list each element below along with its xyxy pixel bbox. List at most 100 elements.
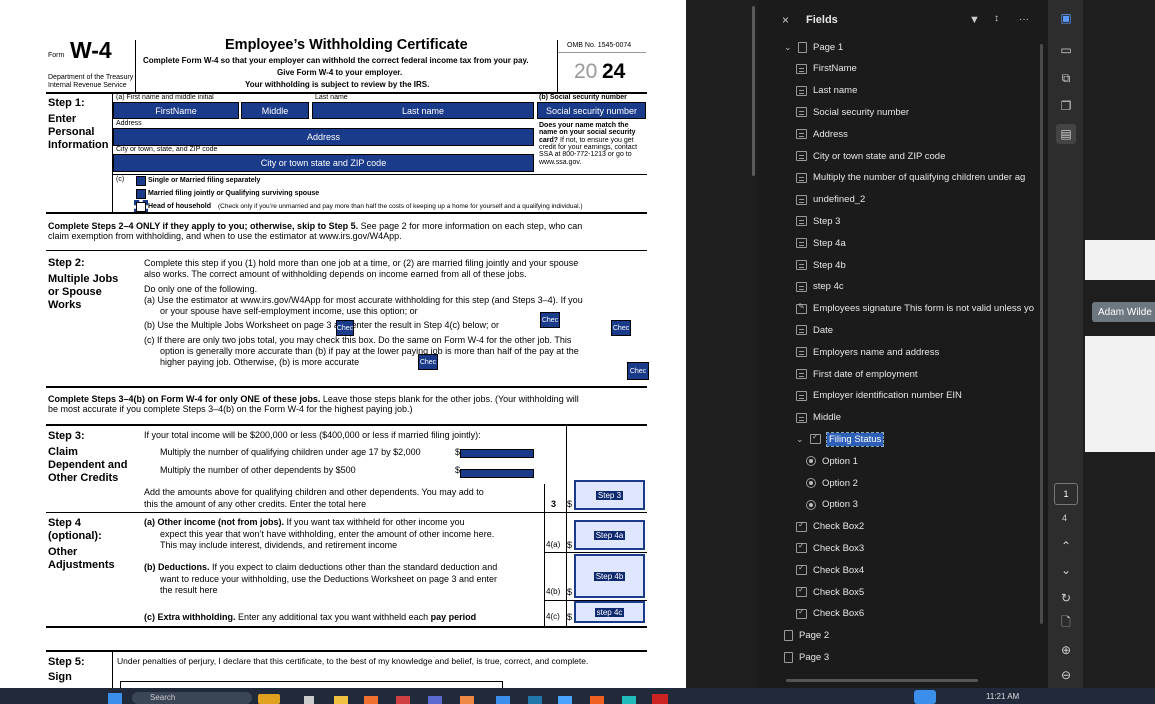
- field-item-label: Employees signature This form is not val…: [813, 303, 1035, 315]
- text-field-icon: [796, 412, 807, 423]
- middle-field[interactable]: Middle: [241, 102, 309, 119]
- field-item-first-date-of-employment[interactable]: First date of employment: [784, 363, 1048, 385]
- taskbar-app-icon[interactable]: [334, 696, 348, 704]
- expand-chevron-icon[interactable]: ⌄: [784, 42, 794, 53]
- step4-subtitle: Other Adjustments: [48, 546, 115, 572]
- field-item-city-or-town-state-and-zip-code[interactable]: City or town state and ZIP code: [784, 145, 1048, 167]
- close-panel-icon[interactable]: ×: [782, 13, 789, 27]
- field-item-employees-signature-this-form-is-not-valid-unless-yo[interactable]: Employees signature This form is not val…: [784, 298, 1048, 320]
- field-item-filing-status[interactable]: ⌄ Filing Status: [784, 428, 1048, 450]
- refresh-icon[interactable]: ↻: [1056, 588, 1076, 608]
- taskbar-app-icon[interactable]: [460, 696, 474, 704]
- field-item-step-4c[interactable]: step 4c: [784, 276, 1048, 298]
- field-item-check-box2[interactable]: Check Box2: [784, 516, 1048, 538]
- document-scrollbar[interactable]: [752, 6, 755, 176]
- irs-label: Internal Revenue Service: [48, 82, 127, 89]
- qualifying-children-field[interactable]: [460, 449, 534, 458]
- field-item-undefined-2[interactable]: undefined_2: [784, 189, 1048, 211]
- fields-tree: ⌄ Page 1 FirstName Last name Social security…: [784, 36, 1040, 686]
- field-item-employer-identification-number-ein[interactable]: Employer identification number EIN: [784, 385, 1048, 407]
- field-item-employers-name-and-address[interactable]: Employers name and address: [784, 341, 1048, 363]
- text-field-icon: [796, 260, 807, 270]
- taskbar-active-app-icon[interactable]: [914, 690, 936, 704]
- field-item-date[interactable]: Date: [784, 319, 1048, 341]
- field-item-option-2[interactable]: Option 2: [784, 472, 1048, 494]
- fields-tool-icon[interactable]: ▤: [1056, 124, 1076, 144]
- taskbar-app-icon[interactable]: [428, 696, 442, 704]
- more-options-icon[interactable]: ···: [1019, 14, 1029, 25]
- expand-chevron-icon[interactable]: ⌄: [796, 434, 806, 445]
- taskbar-app-icon[interactable]: [364, 696, 378, 704]
- taskbar-app-icon[interactable]: [528, 696, 542, 704]
- taskbar-app-icon[interactable]: [622, 696, 636, 704]
- bookmark-icon[interactable]: ⧉: [1056, 68, 1076, 88]
- city-field[interactable]: City or town state and ZIP code: [113, 154, 534, 172]
- taskbar-app-icon[interactable]: [304, 696, 314, 704]
- first-name-field[interactable]: FirstName: [113, 102, 239, 119]
- ssn-field[interactable]: Social security number: [537, 102, 646, 119]
- field-item-social-security-number[interactable]: Social security number: [784, 101, 1048, 123]
- single-checkbox[interactable]: [136, 176, 146, 186]
- taskbar-acrobat-icon[interactable]: [652, 694, 668, 704]
- address-field[interactable]: Address: [113, 128, 534, 146]
- step4a-field[interactable]: Step 4a: [574, 520, 645, 550]
- field-item-check-box4[interactable]: Check Box4: [784, 559, 1048, 581]
- taskbar-app-icon[interactable]: [258, 694, 280, 704]
- check-box-6[interactable]: Chec: [627, 362, 649, 380]
- form-title: Employee’s Withholding Certificate: [225, 37, 468, 53]
- field-item-option-1[interactable]: Option 1: [784, 450, 1048, 472]
- label-address: Address: [116, 120, 142, 127]
- field-item-check-box5[interactable]: Check Box5: [784, 581, 1048, 603]
- married-checkbox[interactable]: [136, 189, 146, 199]
- taskbar-app-icon[interactable]: [396, 696, 410, 704]
- start-icon[interactable]: [108, 693, 122, 704]
- panel-scrollbar[interactable]: [1040, 44, 1043, 624]
- field-item-label: Step 4a: [813, 237, 846, 249]
- previous-page-icon[interactable]: ⌃: [1056, 536, 1076, 556]
- field-item-step-4a[interactable]: Step 4a: [784, 232, 1048, 254]
- step3-field[interactable]: Step 3: [574, 480, 645, 510]
- sort-icon[interactable]: ↕: [994, 13, 999, 24]
- other-dependents-field[interactable]: [460, 469, 534, 478]
- step4c-field[interactable]: step 4c: [574, 601, 645, 623]
- field-item-firstname[interactable]: FirstName: [784, 58, 1048, 80]
- current-page-input[interactable]: 1: [1054, 483, 1078, 505]
- field-item-check-box6[interactable]: Check Box6: [784, 603, 1048, 625]
- pages-icon[interactable]: ❐: [1056, 96, 1076, 116]
- check-box-5[interactable]: Chec: [418, 354, 438, 370]
- taskbar-app-icon[interactable]: [590, 696, 604, 704]
- check-field-icon: [796, 607, 807, 619]
- field-item-page-2[interactable]: Page 2: [784, 625, 1048, 647]
- filter-icon[interactable]: ▼: [969, 14, 980, 26]
- text-field-icon: [796, 216, 807, 227]
- employee-signature-field[interactable]: [120, 681, 503, 688]
- field-item-step-4b[interactable]: Step 4b: [784, 254, 1048, 276]
- field-item-middle[interactable]: Middle: [784, 407, 1048, 429]
- last-name-field[interactable]: Last name: [312, 102, 534, 119]
- panel-horizontal-scrollbar[interactable]: [786, 679, 978, 682]
- field-item-page-3[interactable]: Page 3: [784, 646, 1048, 668]
- field-item-option-3[interactable]: Option 3: [784, 494, 1048, 516]
- zoom-out-icon[interactable]: ⊖: [1056, 665, 1076, 685]
- field-item-address[interactable]: Address: [784, 123, 1048, 145]
- field-item-multiply-the-number-of-qualifying-children-under-ag[interactable]: Multiply the number of qualifying childr…: [784, 167, 1048, 189]
- comment-icon[interactable]: ▭: [1056, 40, 1076, 60]
- edit-pdf-icon[interactable]: ▣: [1056, 8, 1076, 28]
- check-field-icon: [796, 585, 807, 597]
- check-box-4[interactable]: Chec: [611, 320, 631, 336]
- taskbar-app-icon[interactable]: [496, 696, 510, 704]
- check-box-3[interactable]: Chec: [336, 320, 354, 336]
- next-page-icon[interactable]: ⌄: [1056, 560, 1076, 580]
- field-item-step-3[interactable]: Step 3: [784, 210, 1048, 232]
- check-box-2[interactable]: Chec: [540, 312, 560, 328]
- zoom-in-icon[interactable]: ⊕: [1056, 640, 1076, 660]
- field-item-check-box3[interactable]: Check Box3: [784, 537, 1048, 559]
- field-item-last-name[interactable]: Last name: [784, 80, 1048, 102]
- field-item-page-1[interactable]: ⌄ Page 1: [784, 36, 1048, 58]
- hoh-checkbox[interactable]: [134, 200, 148, 214]
- taskbar-app-icon[interactable]: [558, 696, 572, 704]
- save-file-icon[interactable]: 🗋: [1056, 613, 1076, 633]
- year-suffix: 24: [602, 60, 626, 83]
- step4b-field[interactable]: Step 4b: [574, 554, 645, 598]
- taskbar-search[interactable]: Search: [132, 692, 252, 704]
